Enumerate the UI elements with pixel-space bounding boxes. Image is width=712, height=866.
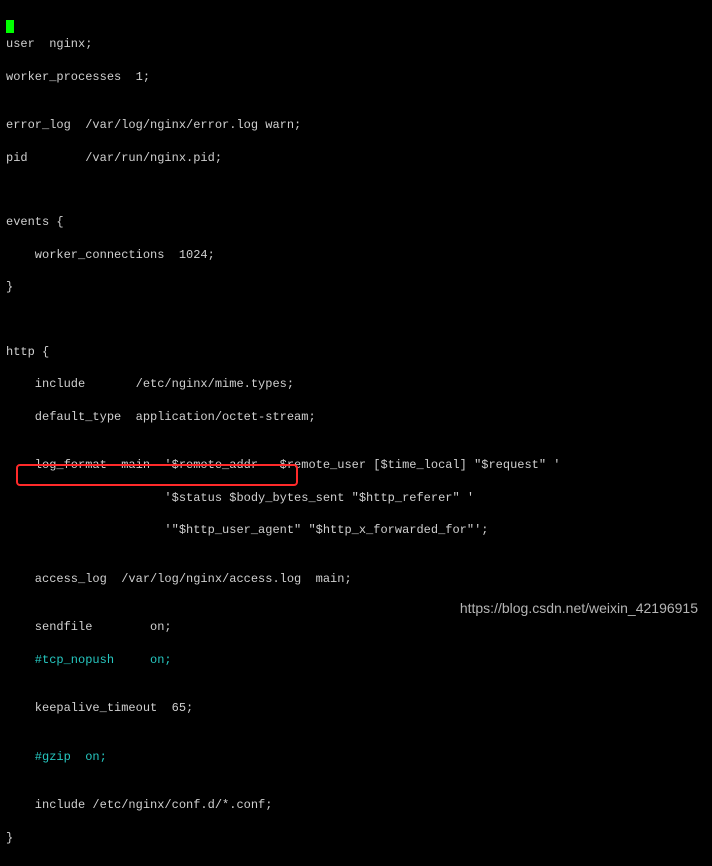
config-line: events { [6,214,706,230]
watermark-text: https://blog.csdn.net/weixin_42196915 [460,599,698,618]
config-line: default_type application/octet-stream; [6,409,706,425]
config-line: error_log /var/log/nginx/error.log warn; [6,117,706,133]
config-line: '"$http_user_agent" "$http_x_forwarded_f… [6,522,706,538]
config-line: sendfile on; [6,619,706,635]
config-line-comment: #tcp_nopush on; [6,652,706,668]
config-line-comment: #gzip on; [6,749,706,765]
config-line: pid /var/run/nginx.pid; [6,150,706,166]
config-line: http { [6,344,706,360]
cursor-block [6,20,14,33]
config-line: access_log /var/log/nginx/access.log mai… [6,571,706,587]
terminal-editor[interactable]: user nginx; worker_processes 1; error_lo… [0,0,712,866]
config-line: worker_connections 1024; [6,247,706,263]
config-line: } [6,830,706,846]
config-line: log_format main '$remote_addr - $remote_… [6,457,706,473]
config-line: keepalive_timeout 65; [6,700,706,716]
config-line: include /etc/nginx/mime.types; [6,376,706,392]
config-line: '$status $body_bytes_sent "$http_referer… [6,490,706,506]
config-line: user nginx; [6,36,706,52]
config-line: worker_processes 1; [6,69,706,85]
config-line: } [6,279,706,295]
config-line-highlighted: include /etc/nginx/conf.d/*.conf; [6,797,706,813]
